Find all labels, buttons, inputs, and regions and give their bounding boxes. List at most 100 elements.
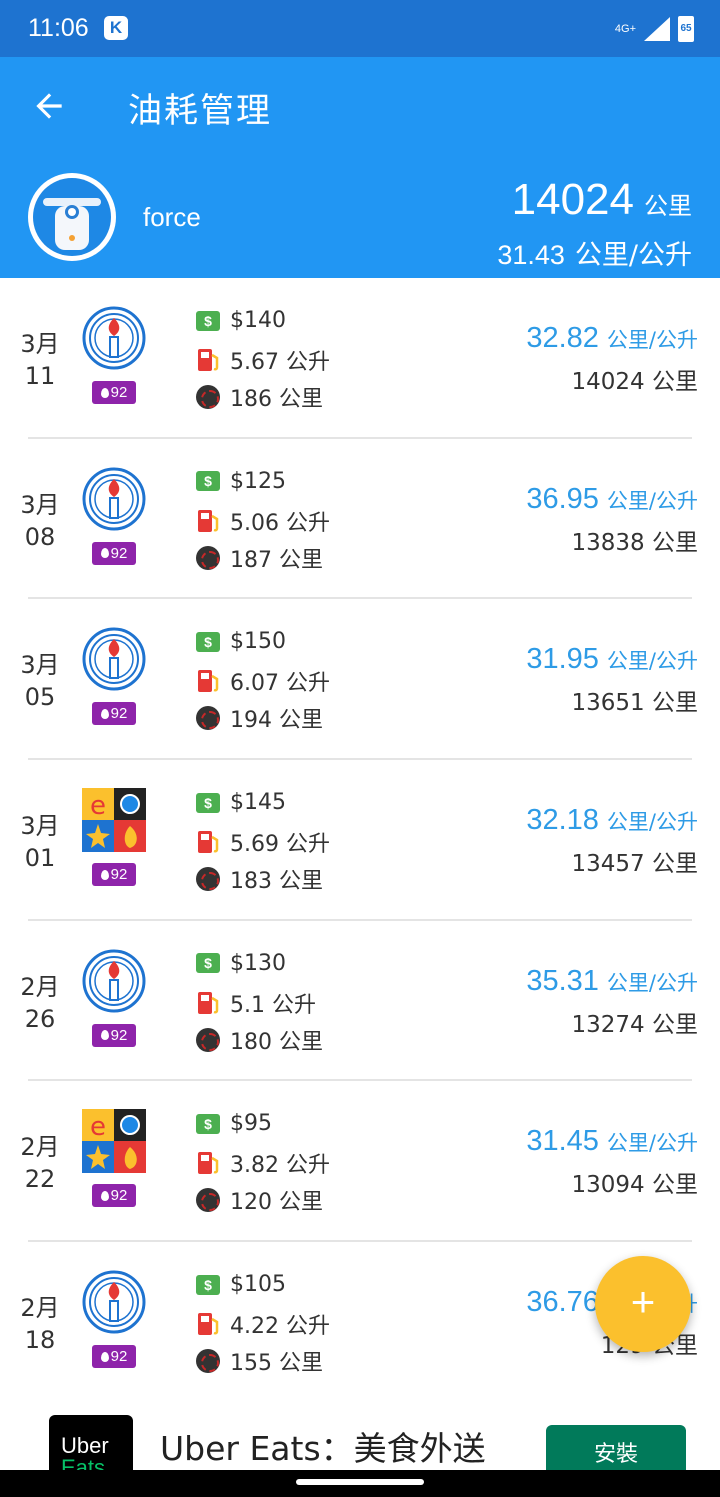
record-date: 3月 08 <box>20 489 60 553</box>
list-item[interactable]: 3月 05 92 $ $150 6.07 公升 194 公里 31.95 公里/… <box>20 599 698 761</box>
money-icon: $ <box>196 631 220 652</box>
ad-title: Uber Eats：美食外送 <box>160 1429 486 1468</box>
ad-banner[interactable]: Uber Eats Uber Eats：美食外送 安裝 <box>0 1400 720 1470</box>
record-odometer: 14024 公里 <box>571 369 698 395</box>
record-date: 2月 18 <box>20 1292 60 1356</box>
record-liters: 5.1 公升 <box>196 987 316 1019</box>
record-day: 08 <box>24 522 56 551</box>
page-title: 油耗管理 <box>128 91 272 131</box>
octane-badge: 92 <box>92 1023 136 1047</box>
cpc-station-logo <box>82 627 146 691</box>
cpc-station-logo <box>82 467 146 531</box>
record-distance: 180 公里 <box>196 1024 323 1056</box>
odometer-icon <box>196 545 220 570</box>
record-month: 2月 <box>20 1133 60 1162</box>
home-gesture-handle[interactable] <box>296 1479 424 1485</box>
record-economy: 31.45 公里/公升 <box>526 1125 698 1158</box>
price-value: $150 <box>230 629 286 655</box>
octane-badge: 92 <box>92 1184 136 1208</box>
status-icons: 4G+ 65 <box>615 15 694 43</box>
economy-value: 32.18 <box>526 804 599 837</box>
money-icon: $ <box>196 1113 220 1134</box>
odometer-icon <box>196 1349 220 1374</box>
economy-value: 36.95 <box>526 482 599 515</box>
list-item[interactable]: 3月 01 e 92 $ $145 5.69 公升 183 公里 32.18 公… <box>20 760 698 921</box>
economy-value: 32.82 <box>526 322 599 354</box>
fuel-pump-icon <box>198 991 219 1014</box>
distance-value: 155 公里 <box>230 1351 323 1377</box>
economy-unit: 公里/公升 <box>606 649 698 674</box>
back-arrow-icon[interactable] <box>30 87 68 125</box>
fuel-drop-icon <box>100 1351 109 1362</box>
fuel-pump-icon <box>198 509 219 532</box>
economy-unit: 公里/公升 <box>606 488 698 513</box>
add-record-button[interactable]: + <box>595 1256 691 1352</box>
liters-value: 5.69 公升 <box>230 832 330 858</box>
fuel-drop-icon <box>100 1190 109 1201</box>
cpc-station-logo <box>82 1270 146 1334</box>
economy-value: 35.31 <box>526 964 599 997</box>
money-icon: $ <box>196 471 220 492</box>
record-liters: 5.69 公升 <box>196 826 330 858</box>
cpc-station-logo <box>82 306 146 370</box>
record-price: $ $95 <box>196 1111 272 1136</box>
record-odometer: 13838 公里 <box>571 529 698 556</box>
record-day: 22 <box>24 1165 56 1194</box>
octane-label: 92 <box>110 866 128 884</box>
list-item[interactable]: 2月 22 e 92 $ $95 3.82 公升 120 公里 31.45 公里… <box>20 1081 698 1243</box>
list-item[interactable]: 2月 18 92 $ $105 4.22 公升 155 公里 36.76 公里/… <box>20 1242 698 1403</box>
distance-value: 194 公里 <box>230 708 323 734</box>
record-distance: 155 公里 <box>196 1345 323 1377</box>
notification-app-icon: K <box>104 16 128 40</box>
list-item[interactable]: 3月 11 92 $ $140 5.67 公升 186 公里 32.82 公里/… <box>20 278 698 439</box>
record-distance: 194 公里 <box>196 702 323 734</box>
liters-value: 6.07 公升 <box>230 671 330 697</box>
octane-label: 92 <box>110 1026 128 1044</box>
install-button[interactable]: 安裝 <box>546 1425 686 1470</box>
economy-value: 31.45 <box>526 1125 599 1158</box>
record-economy: 31.95 公里/公升 <box>526 643 698 676</box>
cpc-station-logo <box>82 949 146 1013</box>
record-day: 11 <box>24 362 56 390</box>
liters-value: 5.1 公升 <box>230 992 316 1018</box>
economy-value: 31.95 <box>526 643 599 676</box>
average-economy-unit: 公里/公升 <box>574 240 692 271</box>
money-icon: $ <box>196 953 220 974</box>
record-day: 05 <box>24 683 56 712</box>
octane-label: 92 <box>110 544 128 562</box>
user-name: force <box>143 202 201 232</box>
average-economy: 31.43 公里/公升 <box>497 233 692 272</box>
price-value: $105 <box>230 1272 286 1298</box>
economy-unit: 公里/公升 <box>606 970 698 995</box>
record-economy: 32.18 公里/公升 <box>526 804 698 837</box>
record-economy: 35.31 公里/公升 <box>526 965 698 998</box>
fuel-drop-icon <box>100 1030 109 1041</box>
odometer-icon <box>196 706 220 731</box>
battery-icon: 65 <box>678 16 694 42</box>
record-distance: 183 公里 <box>196 863 323 895</box>
scooter-icon <box>33 178 111 256</box>
system-nav-bar <box>0 1470 720 1497</box>
fpcc-station-logo: e <box>82 1109 146 1174</box>
list-item[interactable]: 3月 08 92 $ $125 5.06 公升 187 公里 36.95 公里/… <box>20 439 698 600</box>
record-liters: 4.22 公升 <box>196 1308 330 1340</box>
liters-value: 5.06 公升 <box>230 510 330 536</box>
distance-value: 183 公里 <box>230 869 323 895</box>
avatar[interactable] <box>28 173 116 261</box>
fuel-drop-icon <box>100 869 109 880</box>
octane-label: 92 <box>110 705 128 723</box>
signal-icon <box>644 17 670 41</box>
list-item[interactable]: 2月 26 92 $ $130 5.1 公升 180 公里 35.31 公里/公… <box>20 921 698 1082</box>
record-price: $ $125 <box>196 469 286 494</box>
record-price: $ $140 <box>196 308 286 333</box>
fuel-drop-icon <box>100 548 109 559</box>
fpcc-station-logo: e <box>82 788 146 853</box>
record-price: $ $145 <box>196 790 286 815</box>
octane-label: 92 <box>110 1348 128 1366</box>
distance-value: 120 公里 <box>230 1190 323 1216</box>
economy-unit: 公里/公升 <box>606 1131 698 1156</box>
fuel-drop-icon <box>100 708 109 719</box>
record-day: 18 <box>24 1326 56 1355</box>
record-month: 3月 <box>20 651 60 680</box>
odometer-icon <box>196 1027 220 1052</box>
